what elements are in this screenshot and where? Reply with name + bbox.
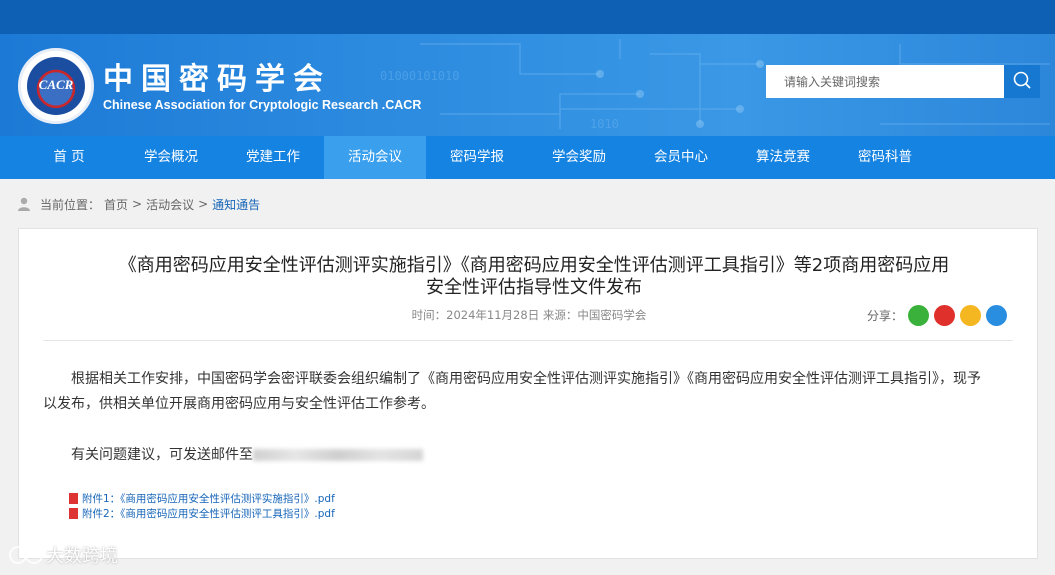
breadcrumb-home[interactable]: 首页 — [104, 196, 128, 213]
user-icon — [18, 197, 30, 211]
contact-text: 有关问题建议，可发送邮件至 — [71, 447, 253, 463]
breadcrumb-activities[interactable]: 活动会议 — [146, 196, 194, 213]
qq-icon[interactable] — [986, 305, 1007, 326]
search-button[interactable] — [1004, 65, 1040, 98]
main-nav: 首 页 学会概况 党建工作 活动会议 密码学报 学会奖励 会员中心 算法竞赛 密… — [0, 136, 1055, 179]
pdf-icon — [69, 508, 78, 519]
nav-item-activities[interactable]: 活动会议 — [324, 136, 426, 179]
attachment-label: 附件2：《商用密码应用安全性评估测评工具指引》.pdf — [82, 508, 335, 520]
share-label: 分享： — [866, 309, 903, 323]
article-card: 《商用密码应用安全性评估测评实施指引》《商用密码应用安全性评估测评工具指引》等2… — [18, 228, 1038, 559]
weibo-icon[interactable] — [934, 305, 955, 326]
search-input[interactable] — [766, 65, 1004, 98]
nav-item-party[interactable]: 党建工作 — [222, 136, 324, 179]
article-paragraph: 根据相关工作安排，中国密码学会密评联委会组织编制了《商用密码应用安全性评估测评实… — [43, 371, 981, 412]
nav-item-about[interactable]: 学会概况 — [120, 136, 222, 179]
nav-item-home[interactable]: 首 页 — [18, 136, 120, 179]
breadcrumb-current[interactable]: 通知通告 — [212, 196, 260, 213]
qzone-icon[interactable] — [960, 305, 981, 326]
nav-item-science[interactable]: 密码科普 — [834, 136, 936, 179]
svg-text:1010: 1010 — [590, 117, 619, 131]
logo-text: CACR — [38, 77, 74, 92]
breadcrumb: 当前位置： 首页 > 活动会议 > 通知通告 — [16, 194, 264, 214]
pdf-icon — [69, 493, 78, 504]
share-bar: 分享： — [867, 305, 1007, 326]
nav-item-awards[interactable]: 学会奖励 — [528, 136, 630, 179]
svg-text:01000101010: 01000101010 — [380, 69, 459, 83]
article-title: 《商用密码应用安全性评估测评实施指引》《商用密码应用安全性评估测评工具指引》等2… — [59, 255, 1009, 299]
attachment-link-2[interactable]: 附件2：《商用密码应用安全性评估测评工具指引》.pdf — [69, 506, 335, 521]
watermark: 大数跨境 — [8, 542, 118, 568]
article-title-line2: 安全性评估指导性文件发布 — [426, 277, 642, 298]
cacr-logo[interactable]: CACR — [18, 48, 94, 124]
watermark-logo-icon — [9, 546, 43, 564]
breadcrumb-separator: > — [198, 197, 209, 211]
breadcrumb-separator: > — [132, 197, 143, 211]
watermark-text: 大数跨境 — [46, 546, 118, 567]
article-contact: 有关问题建议，可发送邮件至 — [43, 443, 993, 468]
article-title-line1: 《商用密码应用安全性评估测评实施指引》《商用密码应用安全性评估测评工具指引》等2… — [118, 255, 950, 276]
site-title-cn[interactable]: 中国密码学会 — [103, 54, 331, 98]
site-banner: 01000101010 1010 CACR 中国密码学会 Chinese Ass… — [0, 34, 1055, 136]
breadcrumb-prefix: 当前位置： — [40, 197, 101, 212]
nav-item-journal[interactable]: 密码学报 — [426, 136, 528, 179]
divider — [43, 340, 1013, 341]
top-strip — [0, 0, 1055, 34]
attachment-link-1[interactable]: 附件1：《商用密码应用安全性评估测评实施指引》.pdf — [69, 491, 335, 506]
attachment-label: 附件1：《商用密码应用安全性评估测评实施指引》.pdf — [82, 493, 335, 505]
site-title-en: Chinese Association for Cryptologic Rese… — [103, 98, 422, 112]
nav-item-competition[interactable]: 算法竞赛 — [732, 136, 834, 179]
redacted-email — [253, 449, 423, 461]
search-icon — [1013, 71, 1031, 89]
nav-item-members[interactable]: 会员中心 — [630, 136, 732, 179]
wechat-icon[interactable] — [908, 305, 929, 326]
